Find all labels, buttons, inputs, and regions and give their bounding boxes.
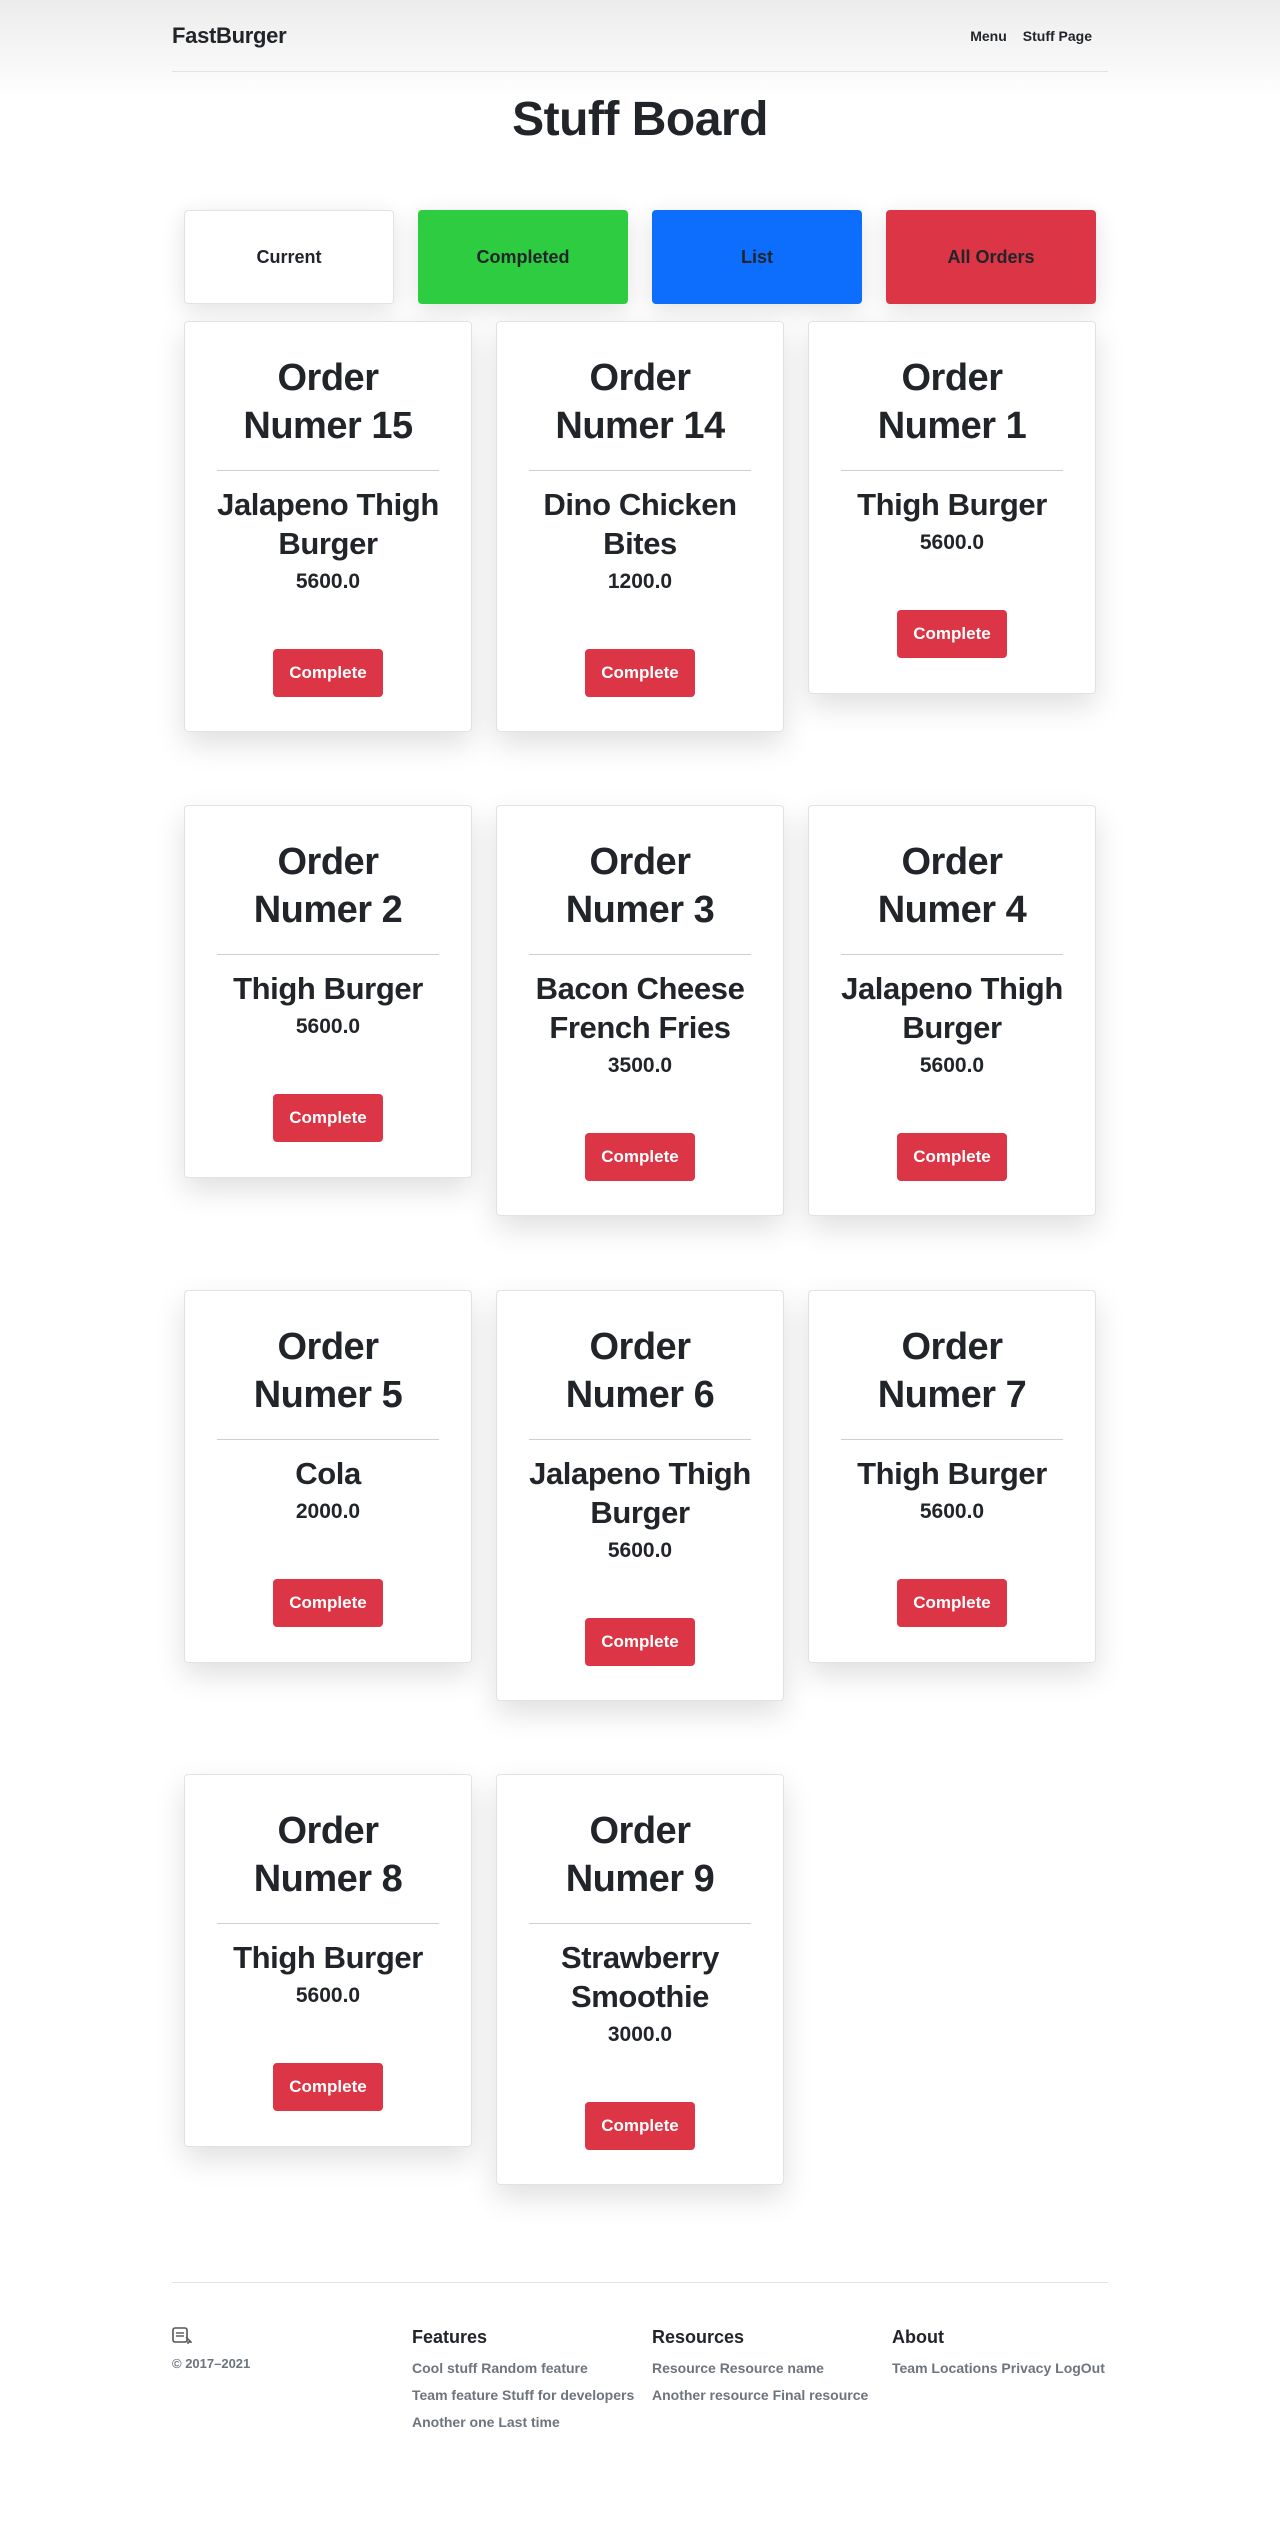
footer-brand: © 2017–2021 xyxy=(172,2327,250,2371)
filter-list-button[interactable]: List xyxy=(652,210,862,304)
footer-link[interactable]: Cool stuff Random feature xyxy=(412,2360,634,2376)
filter-completed-button[interactable]: Completed xyxy=(418,210,628,304)
order-number: Order Numer 7 xyxy=(877,1326,1027,1416)
order-price: 5600.0 xyxy=(607,1539,673,1562)
order-card: Order Numer 15 Jalapeno Thigh Burger 560… xyxy=(184,321,472,732)
footer-link[interactable]: Another one Last time xyxy=(412,2414,634,2430)
order-item-name: Cola xyxy=(295,1456,361,1491)
order-price: 5600.0 xyxy=(919,1054,985,1077)
footer-heading: Resources xyxy=(652,2327,745,2347)
order-card: Order Numer 8 Thigh Burger 5600.0 Comple… xyxy=(184,1774,472,2147)
order-item-name: Thigh Burger xyxy=(233,971,423,1006)
complete-button[interactable]: Complete xyxy=(585,2102,695,2150)
order-number: Order Numer 6 xyxy=(565,1326,715,1416)
footer-link[interactable]: Resource Resource name xyxy=(652,2360,868,2376)
card-divider xyxy=(217,954,439,955)
card-divider xyxy=(217,1923,439,1924)
complete-button[interactable]: Complete xyxy=(585,1133,695,1181)
footer-column-features: Features Cool stuff Random feature Team … xyxy=(412,2327,634,2441)
nav-link-menu[interactable]: Menu xyxy=(970,28,1007,44)
order-number: Order Numer 8 xyxy=(253,1810,403,1900)
complete-button[interactable]: Complete xyxy=(585,649,695,697)
card-divider xyxy=(841,470,1063,471)
complete-button[interactable]: Complete xyxy=(273,1579,383,1627)
order-item-name: Dino Chicken Bites xyxy=(543,487,737,561)
complete-button[interactable]: Complete xyxy=(273,1094,383,1142)
order-price: 5600.0 xyxy=(295,1015,361,1038)
complete-button[interactable]: Complete xyxy=(897,610,1007,658)
order-number: Order Numer 1 xyxy=(877,357,1027,447)
order-item-name: Jalapeno Thigh Burger xyxy=(217,487,439,561)
order-item-name: Bacon Cheese French Fries xyxy=(535,971,745,1045)
footer-column-about: About Team Locations Privacy LogOut xyxy=(892,2327,1105,2387)
brand-logo[interactable]: FastBurger xyxy=(172,23,287,49)
order-item-name: Thigh Burger xyxy=(857,1456,1047,1491)
order-card: Order Numer 4 Jalapeno Thigh Burger 5600… xyxy=(808,805,1096,1216)
order-price: 1200.0 xyxy=(607,570,673,593)
order-price: 3500.0 xyxy=(607,1054,673,1077)
complete-button[interactable]: Complete xyxy=(897,1579,1007,1627)
footer-heading: Features xyxy=(412,2327,488,2347)
order-card: Order Numer 6 Jalapeno Thigh Burger 5600… xyxy=(496,1290,784,1701)
order-number: Order Numer 14 xyxy=(555,357,725,447)
order-price: 2000.0 xyxy=(295,1500,361,1523)
nav-link-stuff-page[interactable]: Stuff Page xyxy=(1023,28,1092,44)
card-divider xyxy=(841,954,1063,955)
order-price: 5600.0 xyxy=(295,570,361,593)
order-card: Order Numer 1 Thigh Burger 5600.0 Comple… xyxy=(808,321,1096,694)
order-number: Order Numer 2 xyxy=(253,841,403,931)
footer-column-resources: Resources Resource Resource name Another… xyxy=(652,2327,868,2414)
footer-heading: About xyxy=(892,2327,944,2347)
filter-current-button[interactable]: Current xyxy=(184,210,394,304)
bookmark-logo-icon xyxy=(172,2327,193,2344)
order-item-name: Jalapeno Thigh Burger xyxy=(841,971,1063,1045)
footer-link[interactable]: Team feature Stuff for developers xyxy=(412,2387,634,2403)
order-price: 5600.0 xyxy=(295,1984,361,2007)
order-number: Order Numer 3 xyxy=(565,841,715,931)
page-title: Stuff Board xyxy=(512,93,768,146)
card-divider xyxy=(529,954,751,955)
card-divider xyxy=(841,1439,1063,1440)
footer-link[interactable]: Team Locations Privacy LogOut xyxy=(892,2360,1105,2376)
order-item-name: Jalapeno Thigh Burger xyxy=(529,1456,751,1530)
complete-button[interactable]: Complete xyxy=(897,1133,1007,1181)
card-divider xyxy=(217,470,439,471)
complete-button[interactable]: Complete xyxy=(273,2063,383,2111)
site-footer: © 2017–2021 Features Cool stuff Random f… xyxy=(172,2282,1108,2432)
order-card: Order Numer 3 Bacon Cheese French Fries … xyxy=(496,805,784,1216)
order-card: Order Numer 9 Strawberry Smoothie 3000.0… xyxy=(496,1774,784,2185)
order-item-name: Thigh Burger xyxy=(857,487,1047,522)
site-header: FastBurger Menu Stuff Page xyxy=(172,0,1108,72)
order-price: 5600.0 xyxy=(919,1500,985,1523)
order-filter-bar: Current Completed List All Orders xyxy=(184,210,1096,304)
order-card: Order Numer 14 Dino Chicken Bites 1200.0… xyxy=(496,321,784,732)
main-nav: Menu Stuff Page xyxy=(970,28,1092,44)
order-price: 5600.0 xyxy=(919,531,985,554)
order-item-name: Strawberry Smoothie xyxy=(561,1940,719,2014)
complete-button[interactable]: Complete xyxy=(585,1618,695,1666)
copyright-text: © 2017–2021 xyxy=(172,2356,251,2371)
order-price: 3000.0 xyxy=(607,2023,673,2046)
order-number: Order Numer 4 xyxy=(877,841,1027,931)
complete-button[interactable]: Complete xyxy=(273,649,383,697)
card-divider xyxy=(529,1923,751,1924)
order-number: Order Numer 9 xyxy=(565,1810,715,1900)
card-divider xyxy=(217,1439,439,1440)
order-number: Order Numer 5 xyxy=(253,1326,403,1416)
card-divider xyxy=(529,470,751,471)
order-card: Order Numer 2 Thigh Burger 5600.0 Comple… xyxy=(184,805,472,1178)
order-item-name: Thigh Burger xyxy=(233,1940,423,1975)
filter-all-orders-button[interactable]: All Orders xyxy=(886,210,1096,304)
order-card: Order Numer 7 Thigh Burger 5600.0 Comple… xyxy=(808,1290,1096,1663)
card-divider xyxy=(529,1439,751,1440)
order-card: Order Numer 5 Cola 2000.0 Complete xyxy=(184,1290,472,1663)
footer-link[interactable]: Another resource Final resource xyxy=(652,2387,868,2403)
order-number: Order Numer 15 xyxy=(243,357,413,447)
